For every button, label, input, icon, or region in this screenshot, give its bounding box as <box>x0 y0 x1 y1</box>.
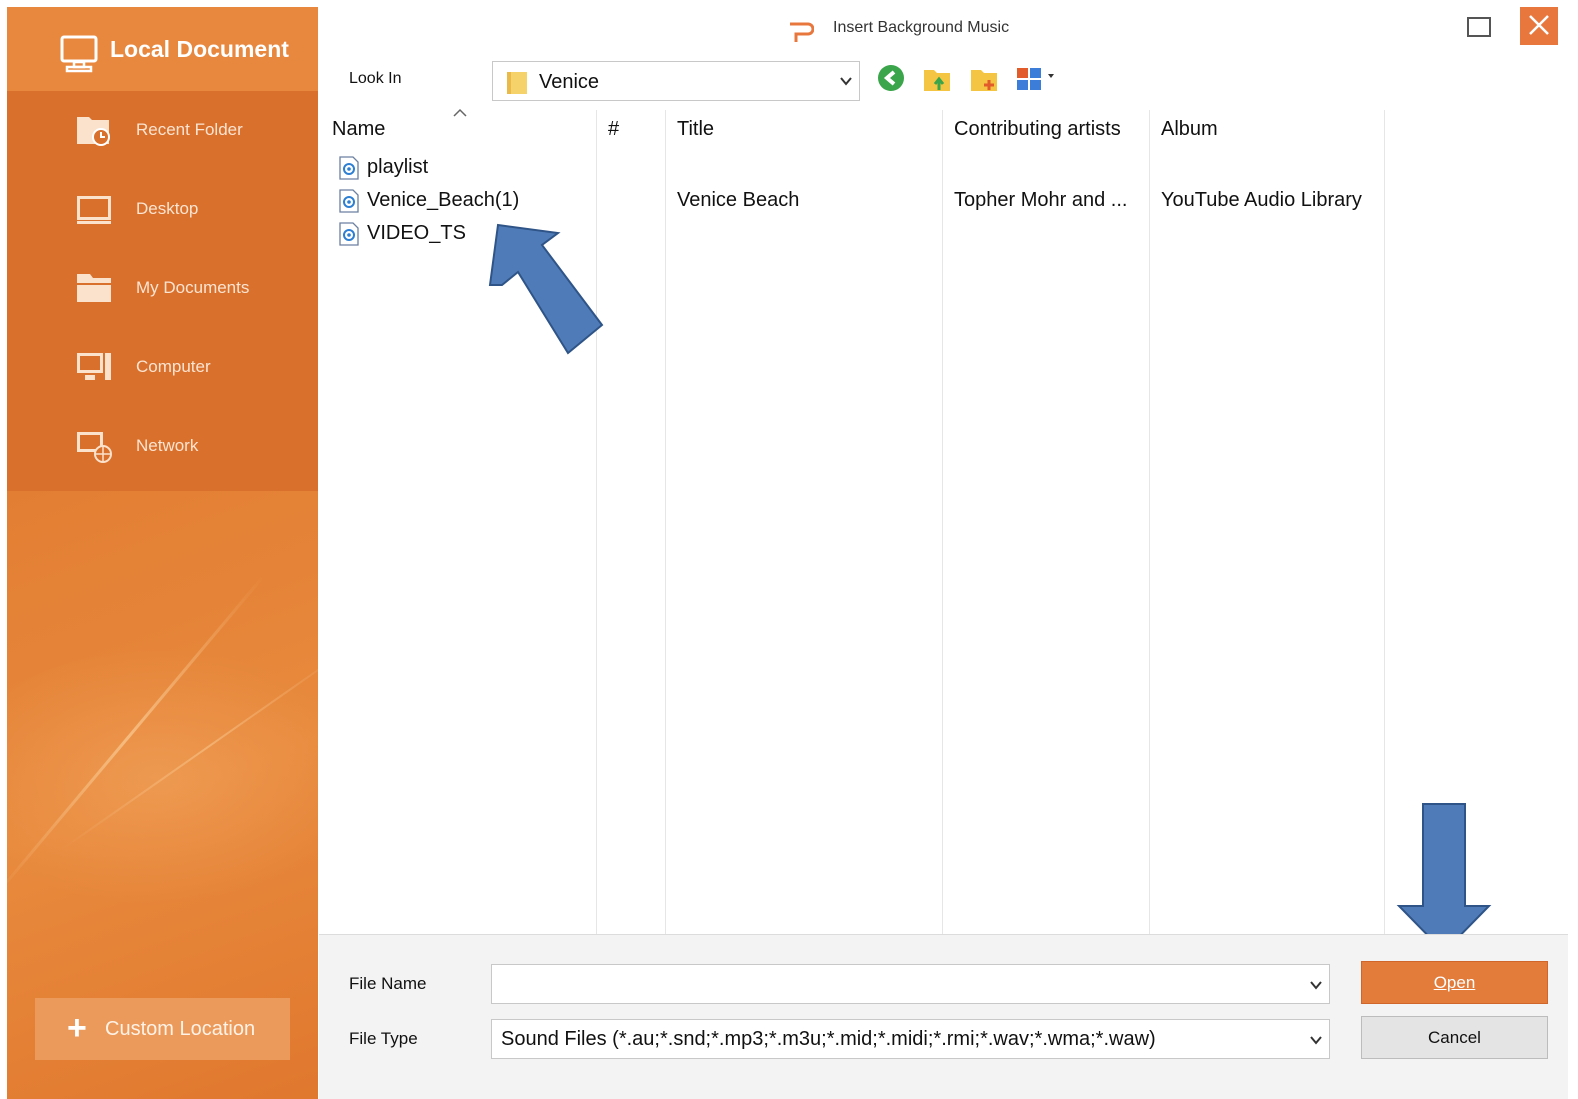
file-name-label: File Name <box>349 974 427 993</box>
up-folder-icon[interactable] <box>922 64 952 94</box>
look-in-label: Look In <box>349 70 402 87</box>
sidebar-item-label: Desktop <box>136 199 199 218</box>
custom-location-label: Custom Location <box>105 1018 256 1040</box>
sort-ascending-icon <box>453 108 467 117</box>
window-title: Insert Background Music <box>833 19 1010 36</box>
chevron-down-icon <box>840 77 852 86</box>
audio-file-icon <box>339 189 359 213</box>
file-row[interactable]: playlist <box>332 153 592 183</box>
chevron-down-icon[interactable] <box>1309 1031 1323 1049</box>
desktop-icon <box>77 196 111 224</box>
file-title: Venice Beach <box>677 189 800 211</box>
file-album: YouTube Audio Library <box>1161 189 1362 211</box>
sidebar-item-label: Network <box>136 436 199 455</box>
network-icon <box>77 432 112 463</box>
file-type-label: File Type <box>349 1029 418 1048</box>
sidebar-nav: Recent Folder Desktop My Documents Compu… <box>7 91 318 491</box>
file-row[interactable]: Venice_Beach(1) <box>332 186 592 216</box>
column-divider[interactable] <box>942 110 943 934</box>
column-header-artists[interactable]: Contributing artists <box>954 118 1121 141</box>
recent-folder-icon <box>77 117 110 146</box>
sidebar-item-label: Recent Folder <box>136 120 243 139</box>
sidebar-item-desktop[interactable]: Desktop <box>7 170 318 248</box>
sidebar-title: Local Document <box>110 36 289 62</box>
custom-location-button[interactable]: + Custom Location <box>35 998 290 1060</box>
look-in-dropdown[interactable]: Venice <box>492 61 860 101</box>
column-header-album[interactable]: Album <box>1161 118 1218 141</box>
file-name-input[interactable] <box>491 964 1330 1004</box>
sidebar: Local Document Recent Folder Desktop My … <box>7 7 318 1099</box>
column-divider[interactable] <box>1149 110 1150 934</box>
column-header-title[interactable]: Title <box>677 118 714 141</box>
sidebar-item-recent-folder[interactable]: Recent Folder <box>7 91 318 169</box>
plus-icon: + <box>67 1009 87 1047</box>
sidebar-item-my-documents[interactable]: My Documents <box>7 249 318 327</box>
back-icon[interactable] <box>876 64 906 94</box>
chevron-down-icon[interactable] <box>1309 976 1323 994</box>
file-name: VIDEO_TS <box>367 222 466 244</box>
file-type-select[interactable]: Sound Files (*.au;*.snd;*.mp3;*.m3u;*.mi… <box>491 1019 1330 1059</box>
annotation-arrow-diagonal <box>488 223 604 355</box>
sidebar-item-computer[interactable]: Computer <box>7 328 318 406</box>
sidebar-item-label: My Documents <box>136 278 250 297</box>
file-type-value: Sound Files (*.au;*.snd;*.mp3;*.m3u;*.mi… <box>501 1028 1156 1050</box>
file-artists: Topher Mohr and ... <box>954 189 1128 211</box>
new-folder-icon[interactable] <box>969 64 999 94</box>
computer-icon <box>77 353 111 380</box>
close-button[interactable] <box>1520 7 1558 45</box>
file-name: playlist <box>367 156 429 178</box>
close-icon <box>1529 15 1549 35</box>
sidebar-item-label: Computer <box>136 357 211 376</box>
column-divider[interactable] <box>665 110 666 934</box>
cancel-button[interactable]: Cancel <box>1361 1016 1548 1059</box>
app-logo-icon <box>790 22 814 42</box>
open-button-label: Open <box>1433 973 1476 992</box>
file-name: Venice_Beach(1) <box>367 189 520 211</box>
monitor-icon <box>60 35 98 73</box>
my-documents-icon <box>77 274 111 302</box>
cancel-button-label: Cancel <box>1428 1028 1481 1047</box>
open-button[interactable]: Open <box>1361 961 1548 1004</box>
view-menu-icon[interactable] <box>1015 64 1063 94</box>
audio-file-icon <box>339 222 359 246</box>
sidebar-item-network[interactable]: Network <box>7 407 318 485</box>
column-divider[interactable] <box>1384 110 1385 934</box>
column-header-number[interactable]: # <box>608 118 619 141</box>
audio-file-icon <box>339 156 359 180</box>
sidebar-header: Local Document <box>7 7 318 91</box>
look-in-value: Venice <box>539 71 600 93</box>
column-header-name[interactable]: Name <box>332 118 385 141</box>
folder-icon <box>507 72 527 94</box>
maximize-button[interactable] <box>1467 17 1491 37</box>
